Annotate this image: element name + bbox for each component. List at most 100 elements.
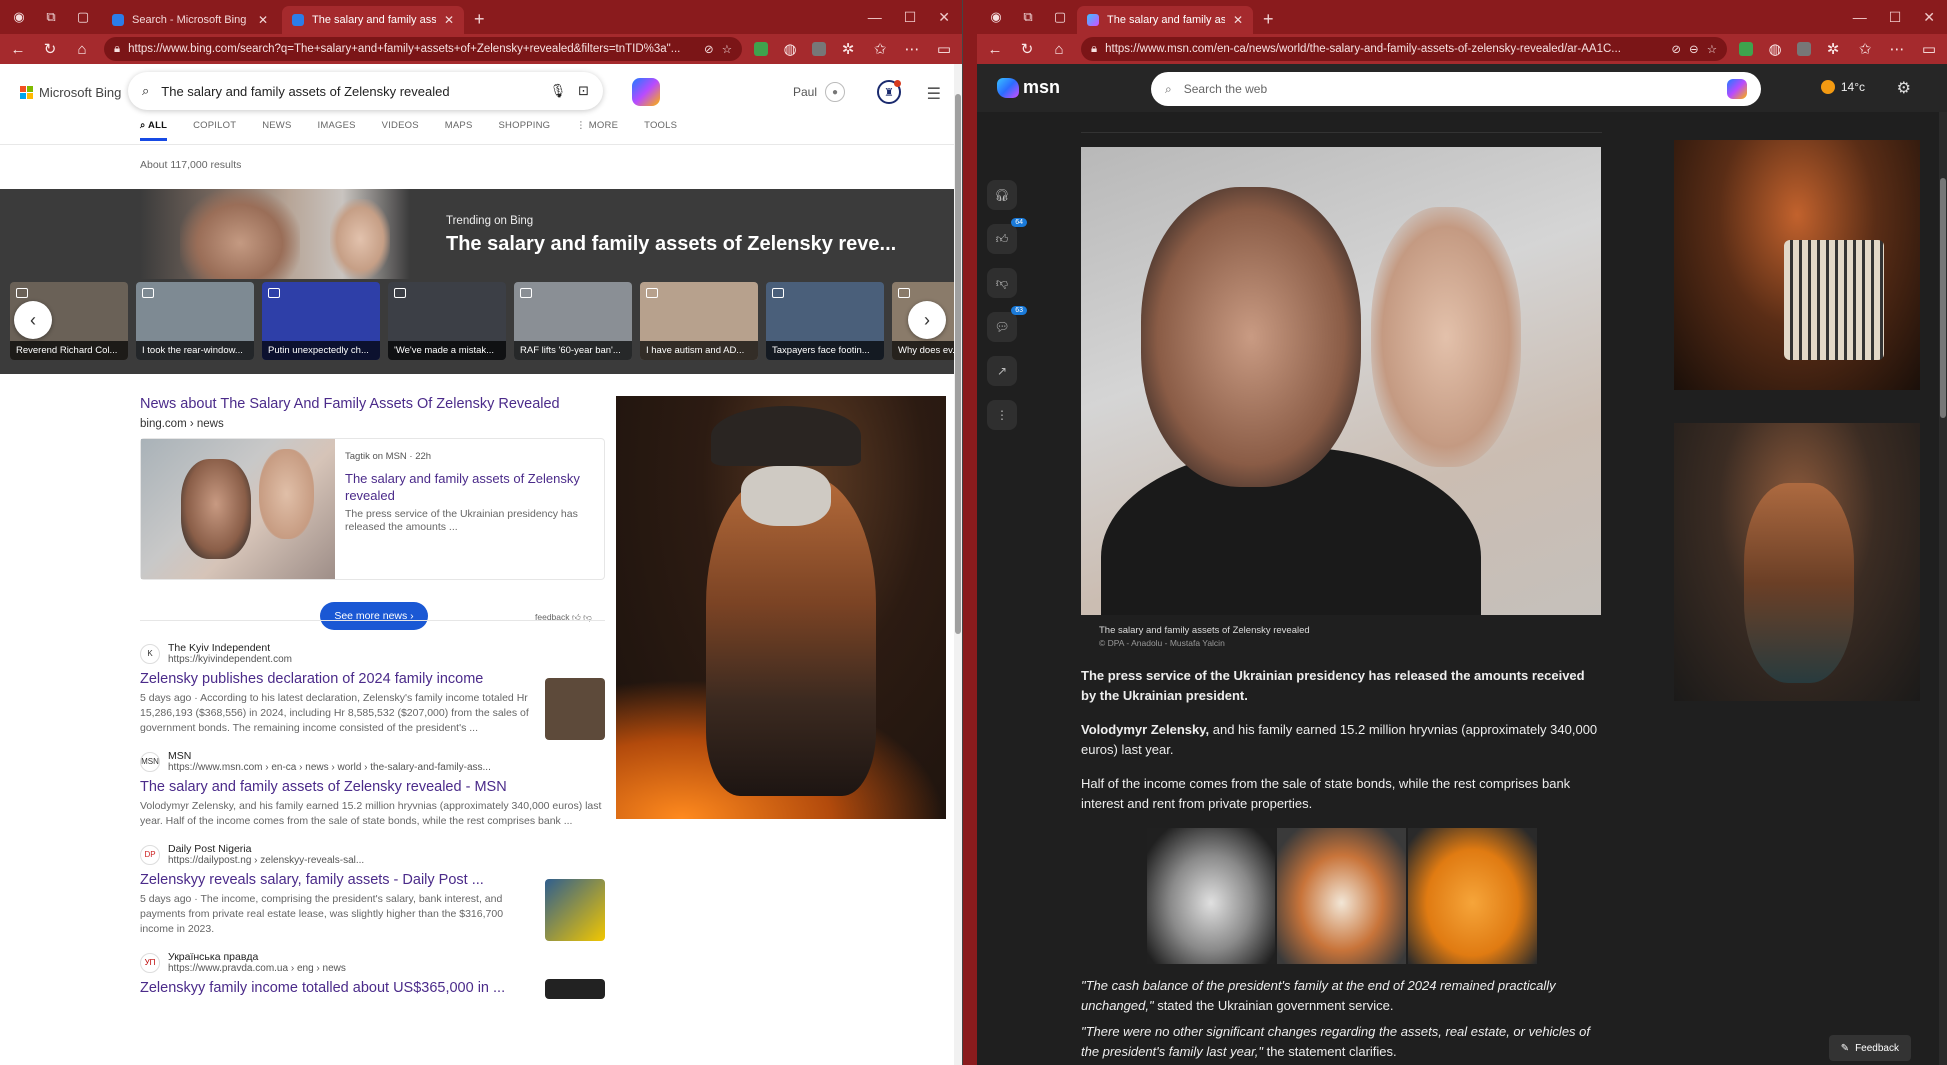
dislike-icon[interactable]: 👎︎ bbox=[987, 268, 1017, 298]
news-card[interactable]: Tagtik on MSN · 22h The salary and famil… bbox=[140, 438, 605, 580]
home-button[interactable]: ⌂ bbox=[72, 39, 92, 59]
trending-tile[interactable]: I took the rear-window... bbox=[136, 282, 254, 360]
hamburger-menu-icon[interactable]: ☰ bbox=[927, 84, 941, 104]
more-menu-icon[interactable]: ⋯ bbox=[902, 39, 922, 59]
microphone-icon[interactable]: 🎙︎ bbox=[550, 83, 567, 99]
news-heading[interactable]: News about The Salary And Family Assets … bbox=[140, 396, 605, 412]
maximize-button[interactable]: ☐ bbox=[1889, 9, 1902, 26]
maximize-button[interactable]: ☐ bbox=[904, 9, 917, 26]
tab-bing-search[interactable]: Search - Microsoft Bing ✕ bbox=[102, 6, 278, 34]
minimize-button[interactable]: — bbox=[1853, 9, 1867, 25]
home-button[interactable]: ⌂ bbox=[1049, 39, 1069, 59]
feedback-link[interactable]: feedback 👍︎ 👎︎ bbox=[535, 612, 592, 623]
listen-headphones-icon[interactable]: 🎧︎ bbox=[987, 180, 1017, 210]
sidebar-toggle-icon[interactable]: ▭ bbox=[934, 39, 954, 59]
new-tab-button[interactable]: + bbox=[1263, 9, 1274, 30]
trending-tile[interactable]: I have autism and AD... bbox=[640, 282, 758, 360]
back-button[interactable]: ← bbox=[985, 39, 1005, 59]
extensions-icon[interactable]: ✲ bbox=[838, 39, 858, 59]
extension-puzzle-icon[interactable]: ◍ bbox=[780, 39, 800, 59]
close-window-button[interactable]: ✕ bbox=[1923, 9, 1935, 26]
left-scrollbar[interactable] bbox=[954, 64, 962, 1065]
scrollbar-thumb[interactable] bbox=[955, 94, 961, 634]
copilot-icon[interactable] bbox=[1727, 79, 1747, 99]
more-menu-icon[interactable]: ⋯ bbox=[1887, 39, 1907, 59]
tab-msn-article[interactable]: The salary and family assets of Ze ✕ bbox=[282, 6, 464, 34]
close-tab-icon[interactable]: ✕ bbox=[258, 13, 268, 27]
favorite-star-icon[interactable]: ☆ bbox=[722, 42, 732, 56]
right-scrollbar[interactable] bbox=[1939, 112, 1947, 1065]
tab-videos[interactable]: VIDEOS bbox=[382, 120, 419, 138]
see-more-news-button[interactable]: See more news › bbox=[320, 602, 428, 630]
news-card-title[interactable]: The salary and family assets of Zelensky… bbox=[345, 470, 594, 504]
comment-icon[interactable]: 💬︎ 63 bbox=[987, 306, 1027, 342]
like-thumbs-up-icon[interactable]: 👍︎ 64 bbox=[987, 218, 1027, 254]
tab-news[interactable]: NEWS bbox=[262, 120, 291, 138]
reader-icon[interactable]: ⊖ bbox=[1689, 42, 1699, 56]
weather-widget[interactable]: 14°c bbox=[1820, 80, 1865, 94]
tab-copilot[interactable]: COPILOT bbox=[193, 120, 236, 138]
result-thumbnail[interactable] bbox=[545, 879, 605, 941]
address-bar[interactable]: 🔒︎ https://www.msn.com/en-ca/news/world/… bbox=[1081, 37, 1727, 61]
back-button[interactable]: ← bbox=[8, 39, 28, 59]
favorites-icon[interactable]: ✩ bbox=[870, 39, 890, 59]
refresh-button[interactable]: ↻ bbox=[1017, 39, 1037, 59]
trending-tile[interactable]: Putin unexpectedly ch... bbox=[262, 282, 380, 360]
close-tab-icon[interactable]: ✕ bbox=[1233, 13, 1243, 27]
sidebar-toggle-icon[interactable]: ▭ bbox=[1919, 39, 1939, 59]
tracking-icon[interactable]: ⊘ bbox=[704, 42, 714, 56]
rewards-trophy-icon[interactable]: ♜ bbox=[877, 80, 901, 104]
ad-image[interactable] bbox=[1146, 828, 1276, 964]
result-title[interactable]: The salary and family assets of Zelensky… bbox=[140, 779, 605, 795]
share-icon[interactable]: ↗ bbox=[987, 356, 1017, 386]
tab-maps[interactable]: MAPS bbox=[445, 120, 473, 138]
new-tab-button[interactable]: + bbox=[474, 9, 485, 30]
result-title[interactable]: Zelensky publishes declaration of 2024 f… bbox=[140, 671, 605, 687]
extension-green-icon[interactable] bbox=[754, 42, 768, 56]
accordion-warrior-ad-image[interactable] bbox=[1674, 140, 1920, 390]
bing-logo[interactable]: Microsoft Bing bbox=[20, 85, 121, 100]
msn-search-box[interactable]: ⌕ Search the web bbox=[1151, 72, 1761, 106]
pirate-ad-image[interactable] bbox=[1674, 423, 1920, 701]
tab-tools[interactable]: TOOLS bbox=[644, 120, 677, 138]
site-url[interactable]: https://www.pravda.com.ua › eng › news bbox=[168, 963, 346, 974]
tab-actions-icon[interactable]: ▢ bbox=[74, 8, 92, 26]
carousel-prev-button[interactable]: ‹ bbox=[14, 301, 52, 339]
result-title[interactable]: Zelenskyy family income totalled about U… bbox=[140, 980, 605, 996]
tab-actions-icon[interactable]: ▢ bbox=[1051, 8, 1069, 26]
result-title[interactable]: Zelenskyy reveals salary, family assets … bbox=[140, 872, 605, 888]
tab-more[interactable]: ⋮ MORE bbox=[576, 120, 618, 138]
visual-search-icon[interactable]: ⊡ bbox=[578, 83, 589, 99]
extension-puzzle-icon[interactable]: ◍ bbox=[1765, 39, 1785, 59]
extension-green-icon[interactable] bbox=[1739, 42, 1753, 56]
inline-ad-images[interactable] bbox=[1146, 828, 1537, 964]
article-hero-image[interactable] bbox=[1081, 147, 1601, 615]
scrollbar-thumb[interactable] bbox=[1940, 178, 1946, 418]
trending-tile[interactable]: Taxpayers face footin... bbox=[766, 282, 884, 360]
search-query[interactable]: The salary and family assets of Zelensky… bbox=[161, 84, 537, 99]
result-thumbnail[interactable] bbox=[545, 979, 605, 999]
close-window-button[interactable]: ✕ bbox=[938, 9, 950, 26]
site-url[interactable]: https://www.msn.com › en-ca › news › wor… bbox=[168, 762, 491, 773]
feedback-button[interactable]: ✎ Feedback bbox=[1828, 1035, 1911, 1061]
refresh-button[interactable]: ↻ bbox=[40, 39, 60, 59]
tracking-icon[interactable]: ⊘ bbox=[1671, 42, 1681, 56]
trending-hero-image[interactable] bbox=[140, 189, 410, 279]
extensions-icon[interactable]: ✲ bbox=[1823, 39, 1843, 59]
more-options-icon[interactable]: ⋮ bbox=[987, 400, 1017, 430]
trending-title[interactable]: The salary and family assets of Zelensky… bbox=[446, 233, 896, 256]
workspaces-icon[interactable]: ⧉ bbox=[42, 8, 60, 26]
tab-msn-article[interactable]: The salary and family assets of Ze ✕ bbox=[1077, 6, 1253, 34]
extension-m-icon[interactable] bbox=[812, 42, 826, 56]
ad-image[interactable] bbox=[1407, 828, 1537, 964]
user-account[interactable]: Paul ● bbox=[793, 82, 845, 102]
site-url[interactable]: https://dailypost.ng › zelenskyy-reveals… bbox=[168, 855, 364, 866]
favorite-star-icon[interactable]: ☆ bbox=[1707, 42, 1717, 56]
profile-icon[interactable]: ◉ bbox=[987, 8, 1005, 26]
trending-tile[interactable]: 'We've made a mistak... bbox=[388, 282, 506, 360]
minimize-button[interactable]: — bbox=[868, 9, 882, 25]
copilot-icon[interactable] bbox=[632, 78, 660, 106]
pirate-ad-image[interactable] bbox=[616, 396, 946, 819]
tab-images[interactable]: IMAGES bbox=[318, 120, 356, 138]
site-url[interactable]: https://kyivindependent.com bbox=[168, 654, 292, 665]
